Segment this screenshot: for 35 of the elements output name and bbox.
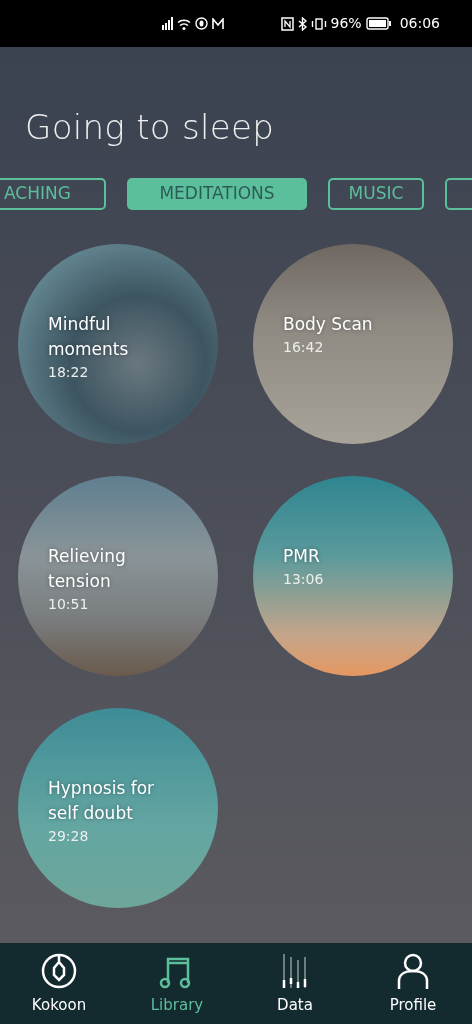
wifi-icon (177, 17, 191, 30)
session-card[interactable]: PMR 13:06 (253, 475, 453, 676)
battery-percent: 96% (330, 14, 362, 33)
session-card[interactable]: Hypnosis for self doubt 29:28 (18, 707, 218, 908)
session-duration: 18:22 (48, 362, 90, 382)
session-duration: 10:51 (48, 594, 90, 614)
signal-icon (162, 17, 173, 30)
nav-tab[interactable]: Kokoon (0, 943, 118, 1024)
session-card[interactable]: Relieving tension 10:51 (18, 475, 218, 676)
mouse-icon (195, 17, 208, 30)
clock: 06:06 (399, 14, 440, 33)
session-title: PMR (283, 544, 321, 568)
vibrate-icon (310, 17, 327, 30)
session-duration: 13:06 (283, 569, 325, 589)
category-tab[interactable]: MUSIC (328, 177, 424, 210)
session-title: Hypnosis for self doubt (48, 776, 156, 825)
session-title: Relieving tension (48, 544, 127, 593)
bluetooth-icon (297, 16, 307, 31)
session-duration: 16:42 (283, 337, 325, 357)
session-title: Mindful moments (48, 312, 130, 361)
session-title: Body Scan (283, 312, 374, 336)
ring-icon (41, 953, 77, 990)
session-duration: 29:28 (48, 826, 90, 846)
nav-tab[interactable]: Library (118, 943, 236, 1024)
nfc-icon (280, 16, 294, 31)
battery-icon (365, 17, 392, 30)
mail-icon (212, 17, 224, 30)
category-tab[interactable]: ACHING (0, 177, 106, 210)
page-title: Going to sleep (25, 107, 276, 148)
person-icon (395, 953, 431, 990)
session-card[interactable]: Body Scan 16:42 (253, 243, 453, 444)
nav-tab[interactable]: Data (236, 943, 354, 1024)
category-tab[interactable]: MEDITATIONS (127, 177, 307, 210)
session-card[interactable]: Mindful moments 18:22 (18, 243, 218, 444)
nav-tab[interactable]: Profile (354, 943, 472, 1024)
